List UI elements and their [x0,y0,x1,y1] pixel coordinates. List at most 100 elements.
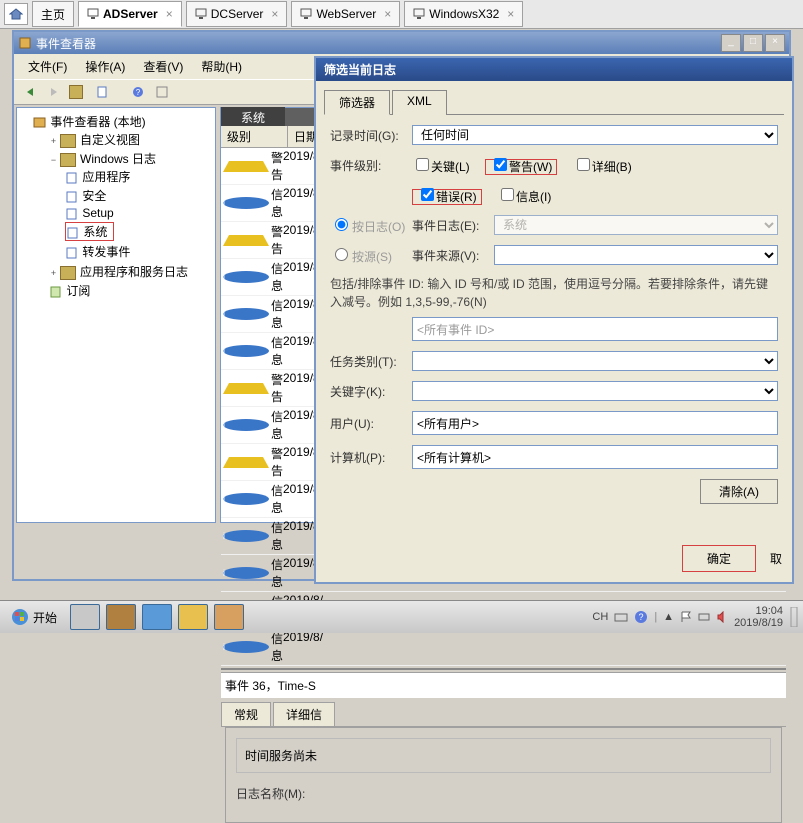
id-help-text: 包括/排除事件 ID: 输入 ID 号和/或 ID 范围，使用逗号分隔。若要排除… [330,275,778,311]
window-titlebar: 事件查看器 _ □ × [14,32,789,54]
menu-view[interactable]: 查看(V) [135,56,191,77]
tab-home[interactable]: 主页 [32,1,74,27]
close-button[interactable]: × [765,34,785,52]
nav-tree[interactable]: 事件查看器 (本地) +自定义视图 −Windows 日志 应用程序 安全 Se… [16,107,216,523]
tree-windows-logs[interactable]: Windows 日志 [80,152,156,166]
monitor-icon [413,8,425,20]
minimize-button[interactable]: _ [721,34,741,52]
help2-button[interactable]: ? [128,82,148,102]
tab-filter[interactable]: 筛选器 [324,90,390,115]
log-icon [65,208,79,220]
chk-verbose[interactable] [577,158,590,171]
home-icon [9,8,23,20]
table-row[interactable]: i信息2019/8/ [221,629,786,666]
help-tray-icon[interactable]: ? [634,610,648,624]
tab-adserver[interactable]: ADServer× [78,1,182,27]
eventsource-select[interactable] [494,245,778,265]
clock[interactable]: 19:042019/8/19 [734,605,783,629]
chk-critical[interactable] [416,158,429,171]
app-tabbar: 主页 ADServer× DCServer× WebServer× Window… [0,0,803,29]
log-icon [65,191,79,203]
close-icon[interactable]: × [271,7,278,21]
cancel-button[interactable]: 取 [770,550,782,567]
menu-file[interactable]: 文件(F) [20,56,75,77]
tree-system[interactable]: 系统 [83,225,107,239]
computer-label: 计算机(P): [330,449,412,466]
tab-xml[interactable]: XML [392,90,447,115]
log-icon [65,247,79,259]
task-eventviewer-icon[interactable] [214,604,244,630]
detail-message: 时间服务尚未 [236,738,771,773]
ok-button[interactable]: 确定 [682,545,756,572]
menu-help[interactable]: 帮助(H) [193,56,250,77]
info-icon: i [223,530,269,542]
logged-select[interactable]: 任何时间 [412,125,778,145]
taskcat-label: 任务类别(T): [330,353,412,370]
tree-custom-views[interactable]: 自定义视图 [80,133,140,147]
folder-button[interactable] [68,82,88,102]
tree-root[interactable]: 事件查看器 (本地) [50,115,145,129]
tray-chevron-icon[interactable]: ▲ [663,611,674,623]
task-folder-icon[interactable] [178,604,208,630]
computer-input[interactable] [412,445,778,469]
props-button[interactable] [92,82,112,102]
show-desktop[interactable] [789,607,799,627]
task-explorer-icon[interactable] [106,604,136,630]
user-input[interactable] [412,411,778,435]
tree-subscriptions[interactable]: 订阅 [66,284,90,298]
radio-bylog[interactable] [335,218,348,231]
user-label: 用户(U): [330,415,412,432]
keyboard-icon[interactable] [614,610,628,624]
info-icon: i [223,308,269,320]
info-icon: i [223,345,269,357]
back-button[interactable] [20,82,40,102]
task-powershell-icon[interactable] [142,604,172,630]
menu-action[interactable]: 操作(A) [77,56,133,77]
col-level[interactable]: 级别 [221,126,288,147]
close-icon[interactable]: × [507,7,514,21]
keywords-select[interactable] [412,381,778,401]
refresh-button[interactable] [152,82,172,102]
info-icon: i [223,641,269,653]
folder-icon [60,134,76,148]
tree-application[interactable]: 应用程序 [82,170,130,184]
filter-log-dialog: 筛选当前日志 筛选器 XML 记录时间(G): 任何时间 事件级别: 关键(L)… [314,56,794,584]
tab-webserver[interactable]: WebServer× [291,1,400,27]
ime-indicator[interactable]: CH [592,611,608,623]
network-icon[interactable] [698,611,710,623]
radio-bysource[interactable] [335,248,348,261]
flag-icon[interactable] [680,611,692,623]
taskbar: 开始 CH ? | ▲ 19:042019/8/19 [0,600,803,633]
taskcat-select[interactable] [412,351,778,371]
close-icon[interactable]: × [166,7,173,21]
close-icon[interactable]: × [384,7,391,21]
eventlog-label: 事件日志(E): [412,217,494,234]
task-server-icon[interactable] [70,604,100,630]
detail-tab-details[interactable]: 详细信 [273,702,335,726]
list-title: 系统 [221,107,285,128]
subscription-icon [49,286,63,298]
tab-winx32[interactable]: WindowsX32× [404,1,523,27]
start-button[interactable]: 开始 [4,605,64,629]
event-id-input[interactable] [412,317,778,341]
tab-dcserver[interactable]: DCServer× [186,1,288,27]
warning-icon [223,235,269,246]
volume-icon[interactable] [716,611,728,623]
clear-button[interactable]: 清除(A) [700,479,778,504]
forward-button[interactable] [44,82,64,102]
chk-error[interactable] [421,188,434,201]
eventsource-label: 事件来源(V): [412,247,494,264]
home-tab[interactable] [4,3,28,25]
tree-setup[interactable]: Setup [82,206,113,220]
chk-information[interactable] [501,188,514,201]
tree-app-service-logs[interactable]: 应用程序和服务日志 [80,265,188,279]
tree-security[interactable]: 安全 [82,189,106,203]
detail-tab-general[interactable]: 常规 [221,702,271,726]
detail-title: 事件 36，Time-S [221,672,786,698]
maximize-button[interactable]: □ [743,34,763,52]
log-icon [65,172,79,184]
chk-warning[interactable] [494,158,507,171]
warning-icon [223,161,269,172]
logged-label: 记录时间(G): [330,127,412,144]
tree-forwarded[interactable]: 转发事件 [82,245,130,259]
